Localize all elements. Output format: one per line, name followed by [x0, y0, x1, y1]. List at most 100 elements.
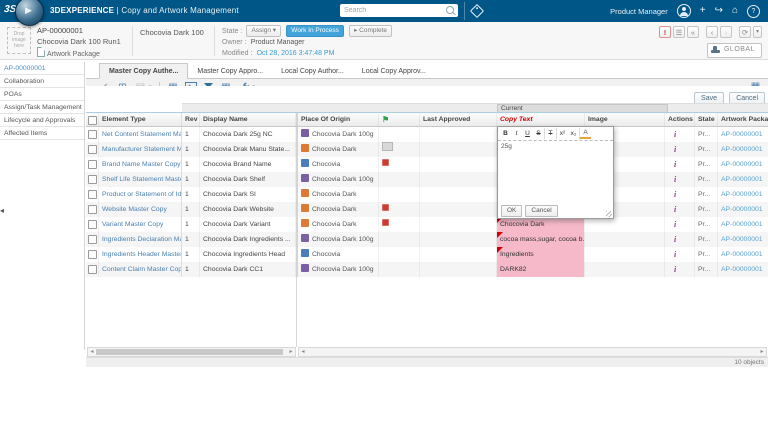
menu-icon[interactable]: ☰	[673, 26, 685, 38]
artwork-package-link[interactable]: AP-00000001	[721, 146, 763, 153]
refresh-icon[interactable]: ⟳	[739, 26, 751, 38]
tab-3[interactable]: Local Copy Author...	[272, 64, 353, 78]
col-copy-text[interactable]: Copy Text	[497, 113, 585, 126]
search-input[interactable]	[340, 4, 458, 17]
row-checkbox[interactable]	[88, 220, 97, 229]
info-icon[interactable]: i	[674, 265, 676, 274]
add-icon[interactable]: +	[700, 5, 706, 17]
sidebar-item[interactable]: Lifecycle and Approvals	[0, 114, 84, 127]
artwork-package-link[interactable]: AP-00000001	[721, 161, 763, 168]
artwork-package-link[interactable]: AP-00000001	[721, 206, 763, 213]
scroll-right-icon[interactable]: ▸	[287, 348, 295, 357]
info-icon[interactable]: i	[674, 235, 676, 244]
col-place-of-origin[interactable]: Place Of Origin	[298, 113, 379, 126]
drop-image-zone[interactable]: Drop image here	[7, 27, 31, 54]
copy-text-cell[interactable]: cocoa mass,sugar, cocoa b...	[497, 232, 584, 247]
col-image[interactable]: Image	[585, 113, 665, 126]
alert-icon[interactable]: !	[659, 26, 671, 38]
col-actions[interactable]: Actions	[665, 113, 695, 126]
forward-icon[interactable]: ›	[720, 26, 732, 38]
global-button[interactable]: GLOBAL	[707, 43, 762, 58]
tag-icon[interactable]	[470, 4, 484, 18]
editor-button-xs[interactable]: x²	[556, 128, 568, 139]
artwork-package-link[interactable]: AP-00000001	[721, 191, 763, 198]
left-pane-scrollbar[interactable]: ◂ ▸	[87, 347, 296, 357]
col-flag[interactable]: ⚑	[379, 113, 420, 126]
copy-text-cell[interactable]: Chocovia Dark	[497, 217, 584, 232]
col-rev[interactable]: Rev	[182, 113, 200, 126]
editor-button-B[interactable]: B	[500, 128, 511, 139]
scrollbar-thumb[interactable]	[96, 349, 283, 355]
tab-1[interactable]: Master Copy Authe...	[99, 63, 188, 79]
row-checkbox[interactable]	[88, 235, 97, 244]
back-icon[interactable]: ‹	[706, 26, 718, 38]
sidebar-item[interactable]: Affected Items	[0, 127, 84, 140]
sidebar-item[interactable]: AP-00000001	[0, 62, 84, 75]
info-icon[interactable]: i	[674, 145, 676, 154]
sidebar-item[interactable]: Assign/Task Management	[0, 101, 84, 114]
artwork-package-link[interactable]: AP-00000001	[721, 221, 763, 228]
editor-ok-button[interactable]: OK	[501, 205, 522, 217]
row-checkbox[interactable]	[88, 190, 97, 199]
element-type-link[interactable]: Variant Master Copy	[102, 221, 163, 228]
element-type-link[interactable]: Net Content Statement Master	[102, 131, 182, 138]
row-checkbox[interactable]	[88, 250, 97, 259]
editor-button-U[interactable]: U	[522, 128, 533, 139]
tab-2[interactable]: Master Copy Appro...	[188, 64, 272, 78]
col-display-name[interactable]: Display Name	[200, 113, 296, 126]
info-icon[interactable]: i	[674, 250, 676, 259]
element-type-link[interactable]: Content Claim Master Copy	[102, 266, 182, 273]
element-type-link[interactable]: Ingredients Header Master Co	[102, 251, 182, 258]
row-checkbox[interactable]	[88, 145, 97, 154]
copy-text-cell[interactable]: Ingredients	[497, 247, 584, 262]
editor-button-S[interactable]: S	[533, 128, 544, 139]
pane-collapse-icon[interactable]: ◂	[0, 206, 4, 215]
editor-button-T[interactable]: T	[544, 128, 556, 139]
row-checkbox[interactable]	[88, 265, 97, 274]
row-checkbox[interactable]	[88, 160, 97, 169]
artwork-package-link[interactable]: AP-00000001	[721, 131, 763, 138]
row-checkbox[interactable]	[88, 130, 97, 139]
editor-button-xs[interactable]: x₂	[568, 128, 579, 139]
select-all-checkbox[interactable]	[88, 116, 97, 125]
element-type-link[interactable]: Shelf Life Statement Master C	[102, 176, 182, 183]
editor-button-A[interactable]: A	[579, 128, 591, 139]
info-icon[interactable]: i	[674, 130, 676, 139]
complete-button[interactable]: ▸ Complete	[349, 25, 392, 37]
editor-textarea[interactable]: 25g	[498, 141, 613, 199]
copy-text-cell[interactable]: DARK82	[497, 262, 584, 277]
user-avatar-icon[interactable]	[677, 4, 691, 18]
row-checkbox[interactable]	[88, 175, 97, 184]
artwork-package-link[interactable]: AP-00000001	[721, 251, 763, 258]
element-type-link[interactable]: Website Master Copy	[102, 206, 167, 213]
col-artwork-package[interactable]: Artwork Package	[718, 113, 768, 126]
info-icon[interactable]: i	[674, 205, 676, 214]
element-type-link[interactable]: Brand Name Master Copy	[102, 161, 181, 168]
row-checkbox[interactable]	[88, 205, 97, 214]
info-icon[interactable]: i	[674, 160, 676, 169]
scroll-left-icon[interactable]: ◂	[299, 348, 307, 357]
element-type-link[interactable]: Manufacturer Statement Maste	[102, 146, 182, 153]
view-options-caret-icon[interactable]: ▾	[753, 26, 762, 38]
search-icon[interactable]	[446, 6, 454, 14]
sidebar-item[interactable]: Collaboration	[0, 75, 84, 88]
right-pane-scrollbar[interactable]: ◂ ▸	[298, 347, 767, 357]
col-element-type[interactable]: Element Type	[99, 113, 182, 126]
col-state[interactable]: State	[695, 113, 718, 126]
resize-grip-icon[interactable]	[606, 211, 612, 217]
element-type-link[interactable]: Ingredients Declaration Master	[102, 236, 182, 243]
share-icon[interactable]: ↪	[715, 5, 723, 17]
info-icon[interactable]: i	[674, 220, 676, 229]
artwork-package-link[interactable]: AP-00000001	[721, 176, 763, 183]
tab-4[interactable]: Local Copy Approv...	[353, 64, 435, 78]
info-icon[interactable]: i	[674, 175, 676, 184]
info-icon[interactable]: i	[674, 190, 676, 199]
scroll-left-icon[interactable]: ◂	[88, 348, 96, 357]
home-icon[interactable]: ⌂	[732, 5, 738, 17]
element-type-link[interactable]: Product or Statement of Identit	[102, 191, 182, 198]
scroll-right-icon[interactable]: ▸	[758, 348, 766, 357]
editor-button-I[interactable]: I	[511, 128, 522, 139]
artwork-package-link[interactable]: AP-00000001	[721, 236, 763, 243]
editor-cancel-button[interactable]: Cancel	[525, 205, 557, 217]
collapse-all-icon[interactable]: «	[687, 26, 699, 38]
